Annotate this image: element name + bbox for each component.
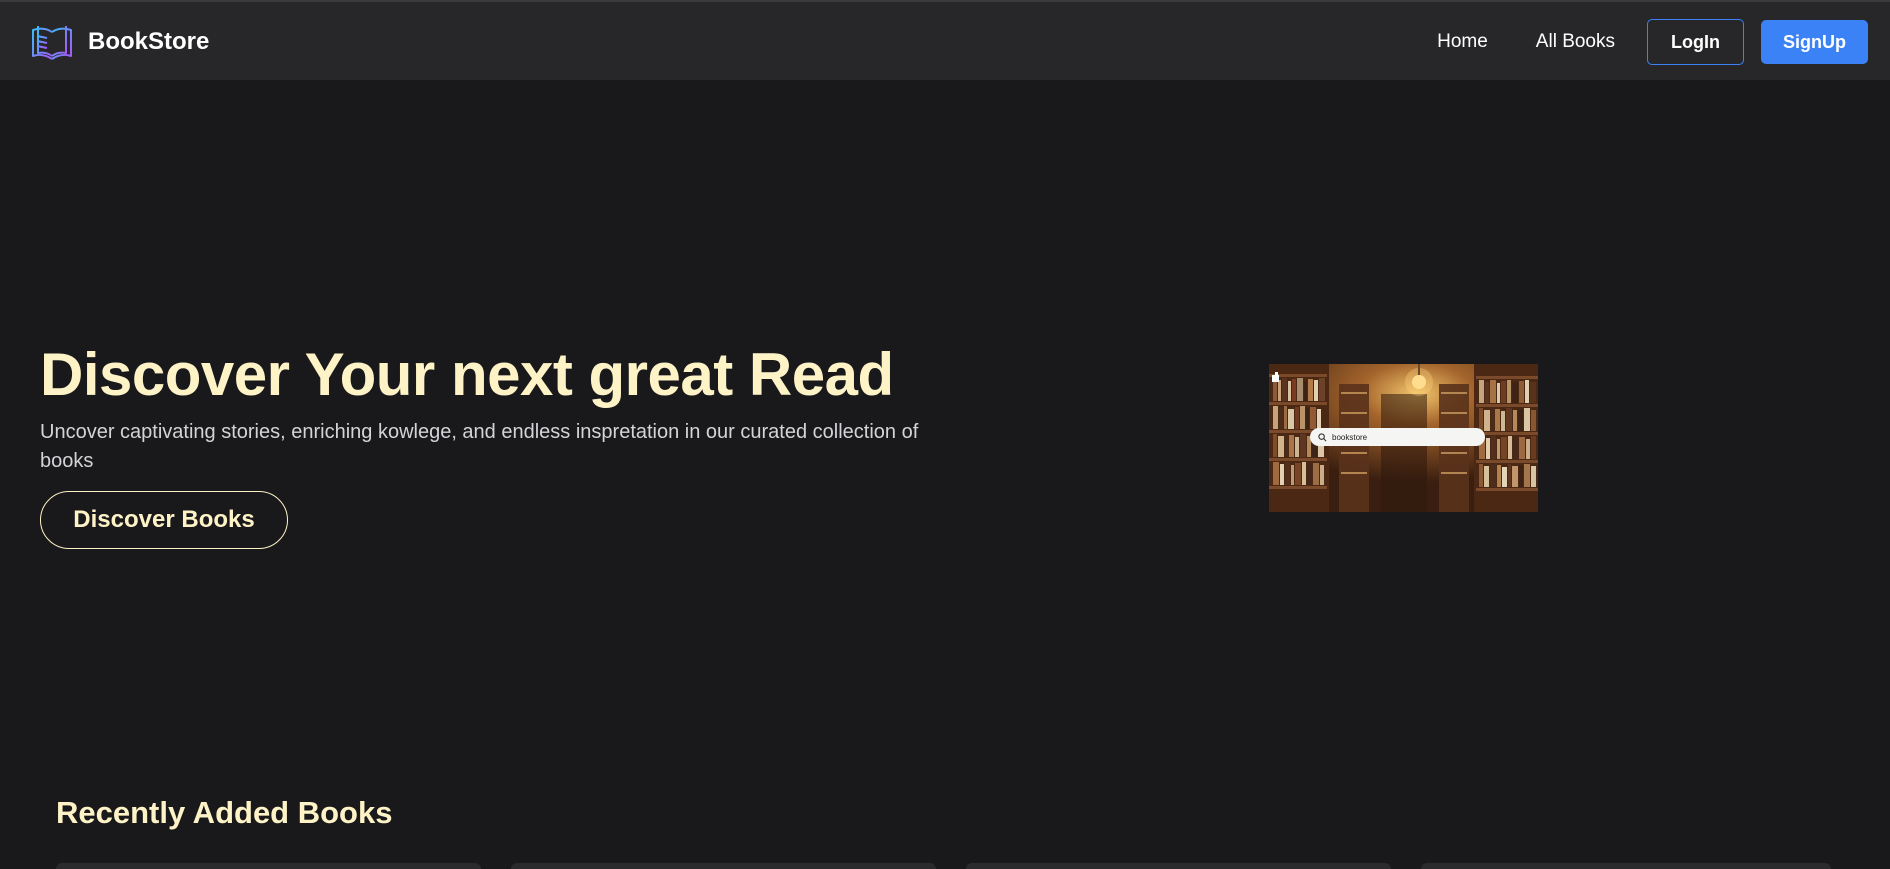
discover-books-button[interactable]: Discover Books [40,491,288,549]
brand-name: BookStore [88,28,210,55]
search-icon [1318,432,1327,441]
hero-image-search-text: bookstore [1332,432,1368,442]
open-book-icon [32,26,72,60]
brand-link[interactable]: BookStore [30,22,209,62]
hero-image: bookstore [1269,364,1538,512]
signup-button[interactable]: SignUp [1761,20,1868,64]
book-card[interactable] [56,863,481,869]
nav-link-all-books[interactable]: All Books [1536,31,1615,53]
nav-link-home[interactable]: Home [1437,31,1488,53]
book-card[interactable] [511,863,936,869]
hero-title: Discover Your next great Read [40,341,894,408]
book-card[interactable] [1421,863,1831,869]
hero-subtitle: Uncover captivating stories, enriching k… [40,421,919,472]
nav-links: Home All Books LogIn SignUp [1437,19,1868,65]
login-button[interactable]: LogIn [1647,19,1744,65]
book-card[interactable] [966,863,1391,869]
hero-image-search-bar: bookstore [1310,428,1485,446]
navbar: BookStore Home All Books LogIn SignUp [0,0,1890,80]
recently-added-title: Recently Added Books [56,795,393,830]
